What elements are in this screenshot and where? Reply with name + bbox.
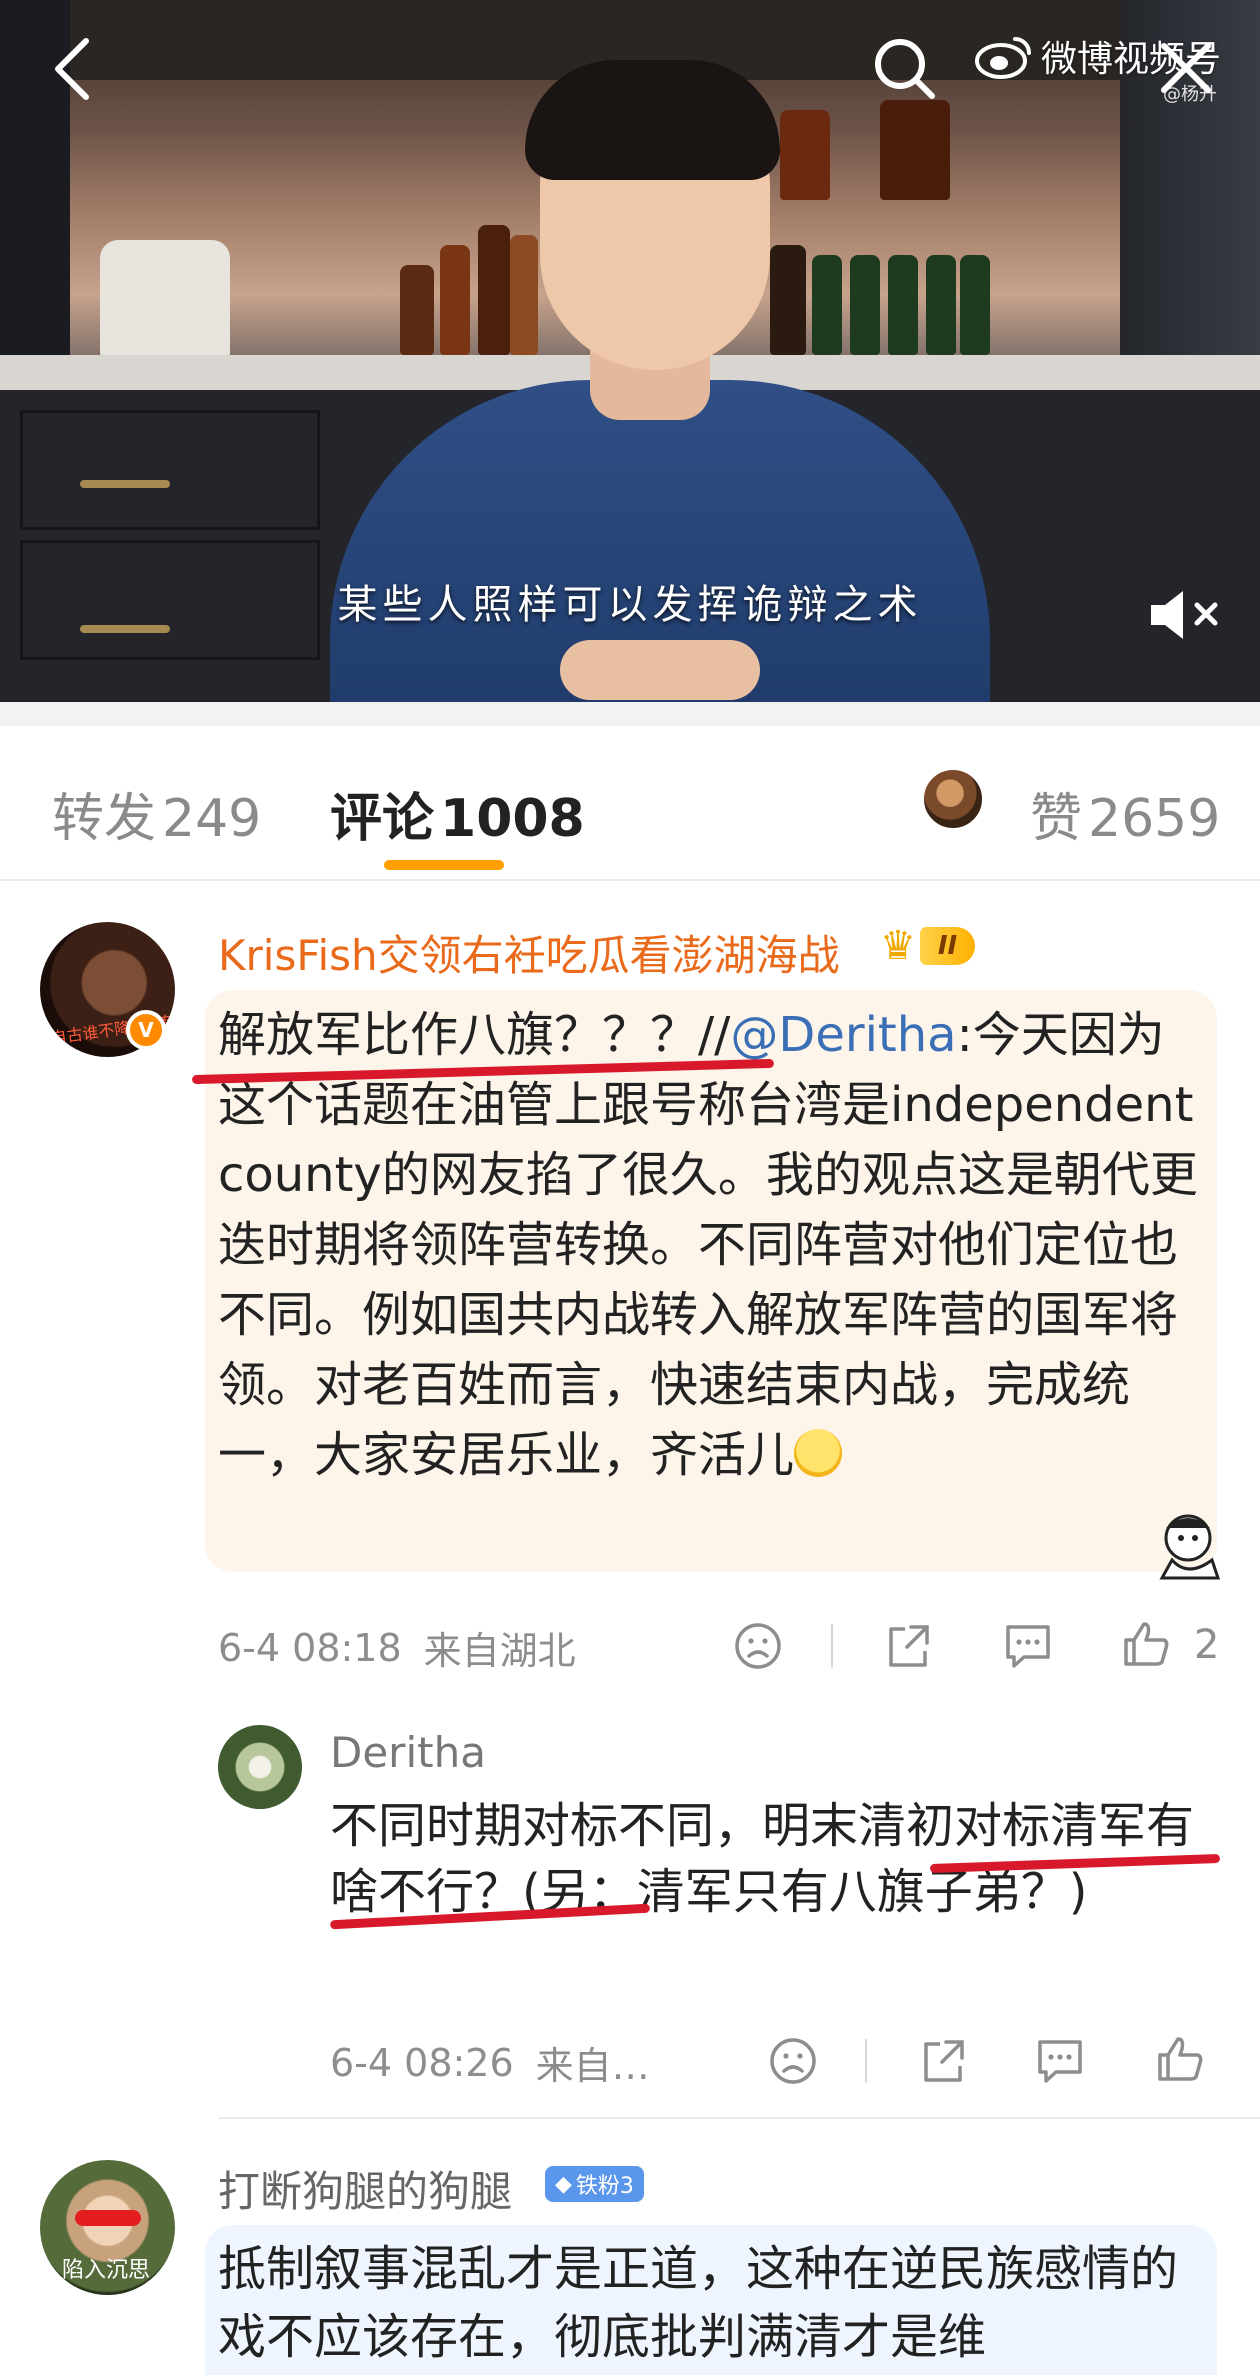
avatar[interactable]: 陷入沉思 (40, 2160, 175, 2295)
video-frame-drawer (20, 410, 320, 530)
video-frame-bottle (510, 235, 538, 355)
dislike-button[interactable] (765, 2033, 821, 2089)
section-divider (0, 702, 1260, 726)
mention-link[interactable]: @Deritha (730, 1007, 956, 1063)
share-button[interactable] (915, 2033, 971, 2089)
action-divider (831, 1624, 833, 1668)
video-frame-bottle (888, 255, 918, 355)
close-icon (1161, 43, 1211, 93)
video-frame-person (560, 640, 760, 700)
weibo-logo-icon (975, 37, 1031, 79)
avatar-glasses (75, 2210, 141, 2226)
back-button[interactable] (42, 34, 102, 104)
liker-avatar[interactable] (922, 768, 984, 830)
reply-button[interactable] (1000, 1618, 1056, 1674)
mute-button[interactable] (1145, 585, 1225, 645)
smile-emoji-icon (794, 1429, 843, 1477)
video-frame-bottle (960, 255, 990, 355)
tab-like-label: 赞 (1030, 789, 1083, 849)
comment-meta: 6-4 08:18 来自湖北 (218, 1620, 576, 1675)
search-button[interactable] (868, 32, 940, 104)
tab-repost-count: 249 (162, 789, 262, 849)
fan-level-badge: ◆ 铁粉3 (545, 2166, 644, 2202)
reply-username[interactable]: Deritha (330, 1728, 486, 1777)
video-frame-handle (80, 480, 170, 488)
video-frame-bottle (478, 225, 510, 355)
thumbs-up-icon (1124, 1622, 1169, 1666)
comment-location: 来自湖北 (423, 1629, 576, 1673)
video-frame-bottle (770, 245, 806, 355)
fan-level: 铁粉3 (575, 2174, 634, 2199)
search-icon (875, 39, 935, 99)
avatar[interactable] (218, 1725, 302, 1809)
video-frame-bottle (880, 100, 950, 200)
tab-comment-count: 1008 (440, 789, 585, 849)
comment-divider (218, 2117, 1260, 2119)
tab-like[interactable]: 赞 2659 (1030, 776, 1220, 851)
member-level: II (919, 927, 976, 965)
cartoon-sticker-icon (1159, 1514, 1221, 1580)
video-frame-bottle (400, 265, 434, 355)
chevron-left-icon (55, 38, 89, 100)
comment-bubble-icon (1006, 1625, 1050, 1668)
video-subtitle: 某些人照样可以发挥诡辩之术 (337, 582, 923, 628)
video-frame-bottle (780, 110, 830, 200)
like-count: 2 (1194, 1622, 1220, 1668)
comment-text: 抵制叙事混乱才是正道，这种在逆民族感情的戏不应该存在，彻底批判满清才是维 (218, 2241, 1179, 2365)
video-frame-bottle (812, 255, 842, 355)
share-icon (889, 1625, 929, 1667)
like-button[interactable] (1118, 1616, 1174, 1672)
tab-comment[interactable]: 评论 1008 (330, 776, 585, 851)
frown-face-icon (770, 2038, 816, 2084)
video-frame-kettle (100, 240, 230, 370)
active-tab-indicator (384, 860, 504, 870)
reply-meta: 6-4 08:26 来自… (330, 2035, 650, 2090)
speaker-muted-icon (1151, 591, 1218, 639)
avatar-caption: 陷入沉思 (62, 2258, 151, 2283)
tab-bar: 转发 249 评论 1008 赞 2659 (0, 726, 1260, 881)
dislike-button[interactable] (730, 1618, 786, 1674)
video-player[interactable]: 微博视频号 @杨升 某些人照样可以发挥诡辩之术 (0, 0, 1260, 702)
like-button[interactable] (1152, 2031, 1208, 2087)
member-level-badge: ♛ II (880, 920, 1020, 972)
video-frame-bottle (850, 255, 880, 355)
comment-username[interactable]: KrisFish交领右衽吃瓜看澎湖海战 (218, 922, 840, 983)
video-frame-bottle (440, 245, 470, 355)
thumbs-up-icon (1158, 2037, 1203, 2081)
reply-button[interactable] (1032, 2033, 1088, 2089)
reply-location: 来自… (535, 2044, 650, 2088)
comment-time: 6-4 08:18 (218, 1625, 402, 1670)
diamond-icon: ◆ (555, 2171, 572, 2197)
share-button[interactable] (880, 1618, 936, 1674)
share-icon (924, 2040, 964, 2082)
tab-comment-label: 评论 (330, 789, 435, 849)
comment-username[interactable]: 打断狗腿的狗腿 (218, 2158, 512, 2219)
crown-icon: ♛ (880, 923, 916, 969)
tab-repost-label: 转发 (52, 789, 157, 849)
verified-badge-icon: V (126, 1010, 166, 1050)
reply-time: 6-4 08:26 (330, 2040, 514, 2085)
video-frame-person (525, 60, 780, 180)
comment-bubble-icon (1038, 2040, 1082, 2083)
tab-repost[interactable]: 转发 249 (52, 776, 261, 851)
close-button[interactable] (1150, 32, 1222, 104)
tab-like-count: 2659 (1088, 789, 1221, 849)
frown-face-icon (735, 1623, 781, 1669)
video-frame-bottle (926, 255, 956, 355)
action-divider (865, 2039, 867, 2083)
comment-text-part: 解放军比作八旗？？？// (218, 1007, 731, 1063)
